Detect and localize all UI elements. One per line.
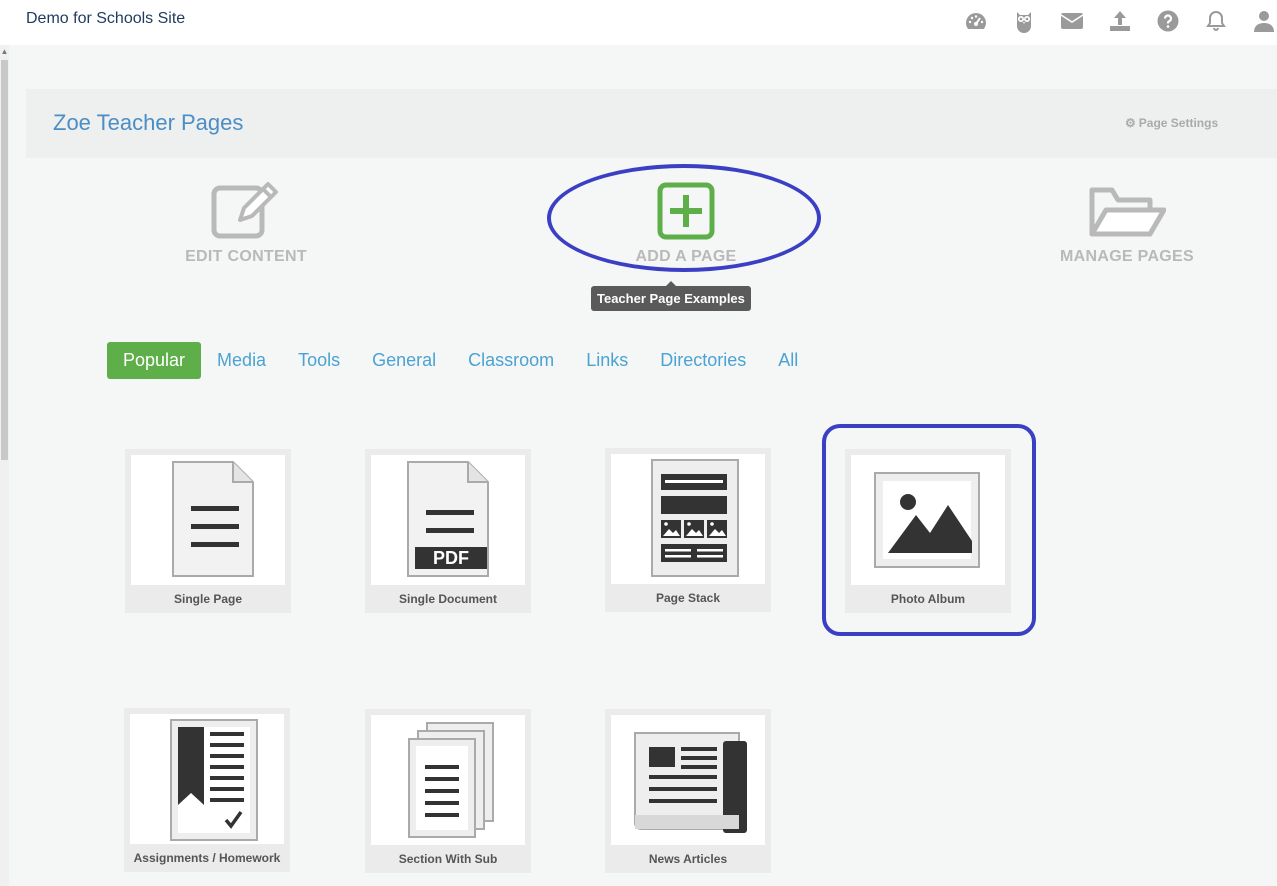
single-page-icon — [172, 461, 254, 577]
tile-page-stack[interactable]: Page Stack — [605, 448, 771, 612]
bell-icon[interactable] — [1203, 7, 1229, 35]
tile-image — [131, 455, 285, 585]
tile-label: Section With Sub — [398, 852, 498, 866]
edit-icon — [211, 182, 278, 239]
scroll-up-arrow[interactable]: ▲ — [0, 46, 9, 58]
tile-assignments-homework[interactable]: Assignments / Homework — [124, 708, 290, 872]
highlight-rectangle — [822, 424, 1036, 636]
tab-tools[interactable]: Tools — [282, 342, 356, 379]
tile-single-page[interactable]: Single Page — [125, 449, 291, 613]
tile-label: Single Page — [173, 592, 243, 606]
tab-links[interactable]: Links — [570, 342, 644, 379]
user-icon[interactable] — [1251, 7, 1277, 35]
tile-image — [371, 715, 525, 845]
owl-icon[interactable] — [1011, 7, 1037, 35]
tile-image: PDF — [371, 455, 525, 585]
assignments-icon — [170, 719, 258, 841]
manage-pages-button[interactable]: MANAGE PAGES — [1054, 182, 1200, 266]
tooltip: Teacher Page Examples — [591, 281, 751, 311]
manage-pages-label: MANAGE PAGES — [1060, 248, 1194, 265]
tile-label: News Articles — [648, 852, 728, 866]
section-with-sub-icon — [408, 722, 494, 838]
page-title: Zoe Teacher Pages — [53, 110, 244, 135]
edit-content-label: EDIT CONTENT — [185, 248, 307, 265]
tab-directories[interactable]: Directories — [644, 342, 762, 379]
tile-image — [611, 715, 765, 845]
tab-general[interactable]: General — [356, 342, 452, 379]
gear-icon: ⚙ — [1125, 116, 1136, 130]
tile-label: Page Stack — [655, 591, 721, 605]
edit-content-button[interactable]: EDIT CONTENT — [176, 182, 316, 266]
tab-popular[interactable]: Popular — [107, 342, 202, 379]
tile-image — [611, 454, 765, 584]
tile-label: Assignments / Homework — [133, 851, 281, 865]
tile-single-document[interactable]: PDF Single Document — [365, 449, 531, 613]
newspaper-icon — [634, 732, 747, 833]
tab-media[interactable]: Media — [201, 342, 282, 379]
top-icons — [941, 7, 1277, 35]
page-stack-icon — [651, 459, 739, 577]
page-settings-link[interactable]: ⚙ Page Settings — [1125, 116, 1218, 130]
folder-icon — [1089, 187, 1166, 237]
dashboard-icon[interactable] — [963, 7, 989, 35]
page-header: Zoe Teacher Pages ⚙ Page Settings — [26, 89, 1277, 158]
tile-section-with-sub[interactable]: Section With Sub — [365, 709, 531, 873]
site-name[interactable]: Demo for Schools Site — [26, 10, 185, 28]
category-tabs: Popular Media Tools General Classroom Li… — [107, 342, 814, 379]
tab-all[interactable]: All — [762, 342, 814, 379]
tab-classroom[interactable]: Classroom — [452, 342, 570, 379]
top-bar: Demo for Schools Site — [0, 0, 1277, 45]
tile-label: Single Document — [398, 592, 497, 606]
scrollbar-thumb[interactable] — [1, 60, 8, 460]
highlight-ellipse — [547, 164, 821, 272]
upload-icon[interactable] — [1107, 7, 1133, 35]
tile-image — [130, 714, 284, 844]
mail-icon[interactable] — [1059, 7, 1085, 35]
pdf-document-icon: PDF — [407, 461, 489, 577]
help-icon[interactable] — [1155, 7, 1181, 35]
tile-news-articles[interactable]: News Articles — [605, 709, 771, 873]
pdf-badge: PDF — [433, 548, 469, 568]
page-settings-label: Page Settings — [1138, 116, 1219, 130]
